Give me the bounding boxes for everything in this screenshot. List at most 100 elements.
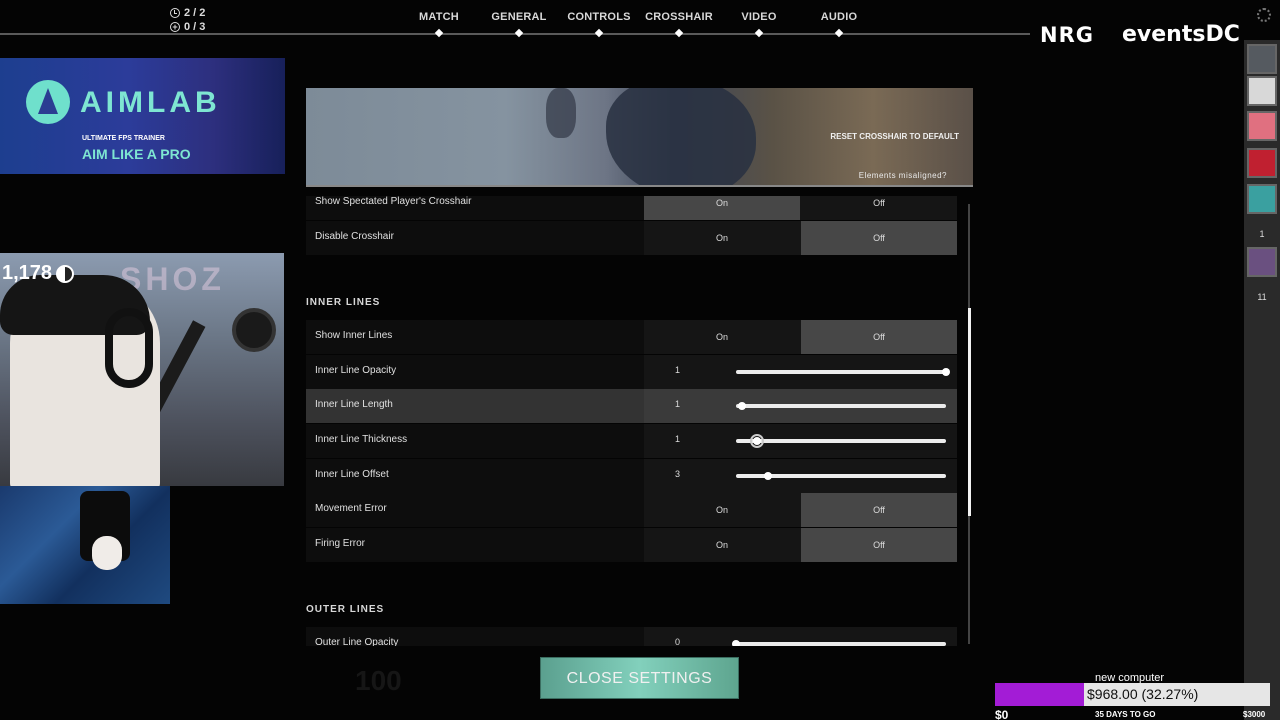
tab-video[interactable]: VIDEO [714, 11, 804, 38]
tab-controls[interactable]: CONTROLS [554, 11, 644, 38]
goal-max: $3000 [1243, 710, 1266, 719]
setting-row-outer-line-opacity: Outer Line Opacity 0 [306, 627, 957, 646]
inner-line-offset-slider[interactable] [736, 472, 946, 480]
goal-progress-bar: $968.00 (32.27%) [995, 683, 1270, 706]
floating-rock [606, 88, 756, 185]
avatar[interactable] [1247, 247, 1277, 277]
toggle-on-button[interactable]: On [644, 196, 800, 220]
follower-count: 1,178 [2, 262, 75, 285]
avatar[interactable] [1247, 76, 1277, 106]
setting-row-inner-line-length: Inner Line Length 1 [306, 389, 957, 423]
crosshair-settings-list: Show Spectated Player's Crosshair On Off… [306, 196, 957, 646]
inner-line-opacity-slider[interactable] [736, 368, 950, 376]
toggle-on-button[interactable]: On [644, 320, 800, 354]
yinyang-icon [56, 264, 75, 283]
tab-crosshair[interactable]: CROSSHAIR [634, 11, 724, 38]
nrg-logo: NRG [1040, 22, 1094, 47]
toggle-off-button[interactable]: Off [801, 320, 957, 354]
mouse-cursor-icon [750, 434, 764, 448]
crosshair-preview-banner: RESET CROSSHAIR TO DEFAULT Elements misa… [306, 88, 973, 187]
slider-value[interactable]: 0 [675, 637, 680, 646]
tab-label: AUDIO [820, 11, 858, 23]
avatar[interactable] [1247, 184, 1277, 214]
microphone-icon [232, 308, 276, 352]
toggle-off-button[interactable]: Off [801, 528, 957, 562]
avatar-count: 11 [1257, 292, 1267, 302]
setting-row-disable-crosshair: Disable Crosshair On Off [306, 221, 957, 255]
slider-value[interactable]: 1 [675, 365, 680, 375]
setting-label: Show Inner Lines [315, 330, 393, 341]
tab-match[interactable]: MATCH [394, 11, 484, 38]
setting-label: Inner Line Opacity [315, 365, 397, 376]
setting-row-firing-error: Firing Error On Off [306, 528, 957, 562]
setting-label: Outer Line Opacity [315, 637, 399, 646]
toggle-off-button[interactable]: Off [801, 493, 957, 527]
toggle-on-button[interactable]: On [644, 493, 800, 527]
mouse-icon [92, 536, 122, 570]
tab-marker-icon [434, 28, 444, 38]
tab-marker-icon [834, 28, 844, 38]
slider-value[interactable]: 3 [675, 469, 680, 479]
outer-line-opacity-slider[interactable] [732, 640, 946, 646]
avatar[interactable] [1247, 44, 1277, 74]
inner-line-thickness-slider[interactable] [736, 437, 946, 445]
avatar[interactable] [1247, 148, 1277, 178]
slider-value[interactable]: 1 [675, 399, 680, 409]
top-nav-bar: 2 / 2 0 / 3 MATCH GENERAL CONTROLS CROSS… [0, 0, 1280, 47]
floating-rock-small [546, 88, 576, 138]
toggle-on-button[interactable]: On [644, 528, 800, 562]
setting-row-inner-line-offset: Inner Line Offset 3 [306, 459, 957, 493]
tab-audio[interactable]: AUDIO [794, 11, 884, 38]
inner-line-length-slider[interactable] [736, 402, 946, 410]
slider-knob[interactable] [763, 472, 772, 480]
setting-label: Disable Crosshair [315, 231, 394, 242]
setting-label: Firing Error [315, 538, 366, 549]
aimlab-slogan: AIM LIKE A PRO [82, 146, 191, 162]
setting-row-show-spectated-crosshair: Show Spectated Player's Crosshair On Off [306, 196, 957, 220]
tab-marker-icon [594, 28, 604, 38]
setting-label: Inner Line Thickness [315, 434, 408, 445]
tab-label: MATCH [419, 11, 459, 23]
slider-value[interactable]: 1 [675, 434, 680, 444]
toggle-off-button[interactable]: Off [801, 196, 957, 220]
setting-row-inner-line-opacity: Inner Line Opacity 1 [306, 355, 957, 389]
avatar-count: 1 [1259, 229, 1265, 239]
headphones-icon [105, 308, 153, 388]
section-title-inner-lines: INNER LINES [306, 297, 381, 308]
hand-cam [0, 486, 170, 604]
chat-avatar-column: 1 11 [1244, 40, 1280, 720]
tab-label: VIDEO [741, 11, 777, 23]
dc-text: DC [1205, 22, 1240, 47]
gear-icon [1257, 8, 1271, 22]
tab-marker-icon [514, 28, 524, 38]
section-title-outer-lines: OUTER LINES [306, 604, 385, 615]
tab-label: GENERAL [491, 11, 547, 23]
events-text: events [1121, 22, 1206, 47]
slider-knob[interactable] [732, 640, 740, 646]
avatar[interactable] [1247, 111, 1277, 141]
setting-label: Show Spectated Player's Crosshair [315, 196, 472, 207]
scrollbar-thumb[interactable] [967, 308, 971, 517]
tab-marker-icon [674, 28, 684, 38]
goal-min: $0 [995, 708, 1009, 720]
toggle-off-button[interactable]: Off [801, 221, 957, 255]
background-hud-value: 100 [355, 665, 402, 696]
setting-row-inner-line-thickness: Inner Line Thickness 1 [306, 424, 957, 458]
setting-label: Movement Error [315, 503, 387, 514]
goal-days-left: 35 DAYS TO GO [1095, 710, 1156, 719]
setting-label: Inner Line Offset [315, 469, 389, 480]
tab-label: CROSSHAIR [645, 11, 713, 23]
events-dc-logo: eventsDC [1122, 22, 1240, 47]
toggle-on-button[interactable]: On [644, 221, 800, 255]
close-settings-button[interactable]: CLOSE SETTINGS [540, 657, 739, 699]
settings-scrollbar[interactable] [967, 204, 971, 644]
reset-crosshair-button[interactable]: RESET CROSSHAIR TO DEFAULT [830, 132, 959, 141]
aimlab-brand: AIMLAB [80, 86, 221, 119]
setting-row-show-inner-lines: Show Inner Lines On Off [306, 320, 957, 354]
slider-knob[interactable] [942, 368, 950, 376]
aimlab-tagline: ULTIMATE FPS TRAINER [82, 135, 165, 142]
aimlab-ad: AIMLAB ULTIMATE FPS TRAINER AIM LIKE A P… [0, 58, 285, 174]
goal-amount: $968.00 (32.27%) [1087, 686, 1199, 702]
tab-general[interactable]: GENERAL [474, 11, 564, 38]
elements-misaligned-link[interactable]: Elements misaligned? [859, 171, 947, 180]
